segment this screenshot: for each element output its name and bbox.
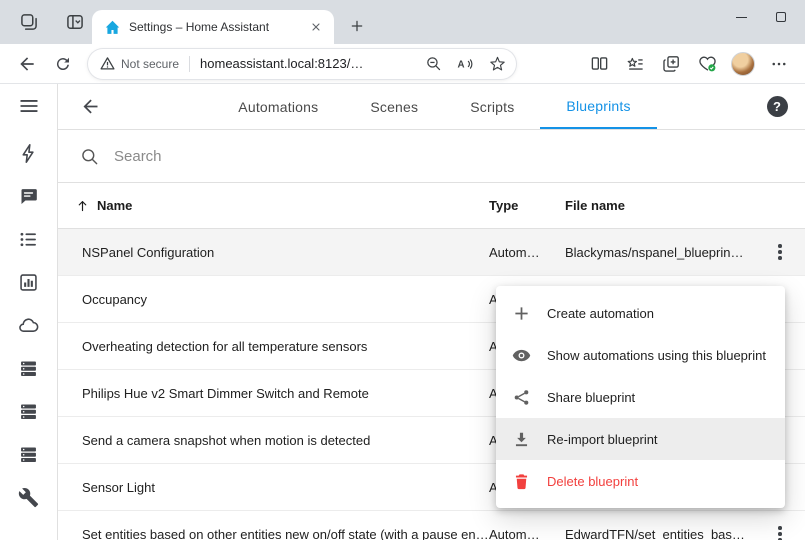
cell-name: Philips Hue v2 Smart Dimmer Switch and R… [58, 386, 489, 401]
search-input[interactable] [112, 147, 432, 166]
import-icon [510, 428, 532, 450]
name-column-header[interactable]: Name [58, 198, 489, 213]
minimize-button[interactable] [721, 0, 761, 34]
wrench-icon[interactable] [17, 485, 41, 509]
menu-item-share-blueprint[interactable]: Share blueprint [496, 376, 785, 418]
zoom-out-icon[interactable] [420, 51, 446, 77]
menu-item-label: Re-import blueprint [547, 432, 658, 447]
browser-tab[interactable]: Settings – Home Assistant [92, 10, 334, 44]
share-icon [510, 386, 532, 408]
tab-automations[interactable]: Automations [212, 84, 344, 129]
menu-item-create-automation[interactable]: Create automation [496, 292, 785, 334]
blueprint-context-menu: Create automation Show automations using… [496, 286, 785, 508]
security-label: Not secure [121, 57, 179, 71]
help-icon: ? [767, 96, 788, 117]
table-header: Name Type File name [58, 182, 805, 229]
cell-name: Occupancy [58, 292, 489, 307]
cell-name: Send a camera snapshot when motion is de… [58, 433, 489, 448]
browser-essentials-icon[interactable] [691, 48, 723, 80]
chart-icon[interactable] [17, 270, 41, 294]
tab-title: Settings – Home Assistant [129, 20, 306, 34]
divider [189, 56, 190, 72]
ha-tab-bar: Automations Scenes Scripts Blueprints [110, 84, 759, 129]
search-field[interactable] [58, 130, 805, 182]
help-button[interactable]: ? [759, 89, 795, 125]
type-column-header[interactable]: Type [489, 198, 565, 213]
browser-titlebar: Settings – Home Assistant [0, 0, 805, 44]
table-row[interactable]: NSPanel Configuration Autom… Blackymas/n… [58, 229, 805, 276]
browser-window: Settings – Home Assistant Not secure hom [0, 0, 805, 540]
vertical-tabs-icon[interactable] [62, 9, 88, 35]
url-bar[interactable]: Not secure homeassistant.local:8123/… A [88, 49, 516, 79]
collections-icon[interactable] [655, 48, 687, 80]
browser-addressbar: Not secure homeassistant.local:8123/… A [0, 44, 805, 84]
ha-back-button[interactable] [70, 87, 110, 127]
ha-toolbar: Automations Scenes Scripts Blueprints ? [58, 84, 805, 130]
home-assistant-favicon-icon [104, 19, 121, 36]
svg-text:A: A [458, 59, 465, 70]
sort-ascending-icon [75, 198, 90, 213]
profile-avatar[interactable] [727, 48, 759, 80]
back-button[interactable] [10, 48, 44, 80]
cell-file: EdwardTFN/set_entities_bas… [565, 527, 755, 540]
more-menu-icon[interactable] [763, 48, 795, 80]
split-screen-icon[interactable] [583, 48, 615, 80]
menu-item-label: Share blueprint [547, 390, 635, 405]
lightning-icon[interactable] [17, 141, 41, 165]
cloud-icon[interactable] [17, 313, 41, 337]
cell-file: Blackymas/nspanel_blueprin… [565, 245, 755, 260]
tab-scenes[interactable]: Scenes [344, 84, 444, 129]
read-aloud-icon[interactable]: A [452, 51, 478, 77]
tab-close-icon[interactable] [306, 17, 326, 37]
cell-name: Set entities based on other entities new… [58, 527, 489, 540]
workspaces-icon[interactable] [16, 9, 42, 35]
eye-icon [510, 344, 532, 366]
not-secure-warning-icon[interactable] [100, 56, 115, 71]
avatar [731, 52, 755, 76]
stack-icon-3[interactable] [17, 442, 41, 466]
menu-item-label: Create automation [547, 306, 654, 321]
row-overflow-menu-icon[interactable] [755, 244, 805, 260]
menu-item-label: Delete blueprint [547, 474, 638, 489]
name-header-label: Name [97, 198, 132, 213]
search-icon [80, 147, 99, 166]
stack-icon-1[interactable] [17, 356, 41, 380]
cell-name: Sensor Light [58, 480, 489, 495]
sidebar-menu-icon[interactable] [15, 92, 43, 120]
favorites-icon[interactable] [619, 48, 651, 80]
table-row[interactable]: Set entities based on other entities new… [58, 511, 805, 540]
menu-item-show-automations[interactable]: Show automations using this blueprint [496, 334, 785, 376]
cell-type: Autom… [489, 245, 565, 260]
cell-name: Overheating detection for all temperatur… [58, 339, 489, 354]
stack-icon-2[interactable] [17, 399, 41, 423]
cell-type: Autom… [489, 527, 565, 540]
tab-scripts[interactable]: Scripts [444, 84, 540, 129]
url-text[interactable]: homeassistant.local:8123/… [200, 56, 414, 71]
file-column-header[interactable]: File name [565, 198, 755, 213]
cell-name: NSPanel Configuration [58, 245, 489, 260]
maximize-icon [776, 12, 786, 22]
plus-icon [510, 302, 532, 324]
menu-item-delete-blueprint[interactable]: Delete blueprint [496, 460, 785, 502]
refresh-button[interactable] [46, 48, 80, 80]
trash-icon [510, 470, 532, 492]
favorite-star-icon[interactable] [484, 51, 510, 77]
new-tab-button[interactable] [344, 13, 370, 39]
list-icon[interactable] [17, 227, 41, 251]
row-overflow-menu-icon[interactable] [755, 526, 805, 540]
chat-icon[interactable] [17, 184, 41, 208]
maximize-button[interactable] [761, 0, 801, 34]
menu-item-label: Show automations using this blueprint [547, 348, 766, 363]
tab-blueprints[interactable]: Blueprints [540, 84, 656, 129]
ha-sidebar [0, 84, 58, 540]
menu-item-reimport-blueprint[interactable]: Re-import blueprint [496, 418, 785, 460]
minimize-icon [736, 17, 747, 18]
